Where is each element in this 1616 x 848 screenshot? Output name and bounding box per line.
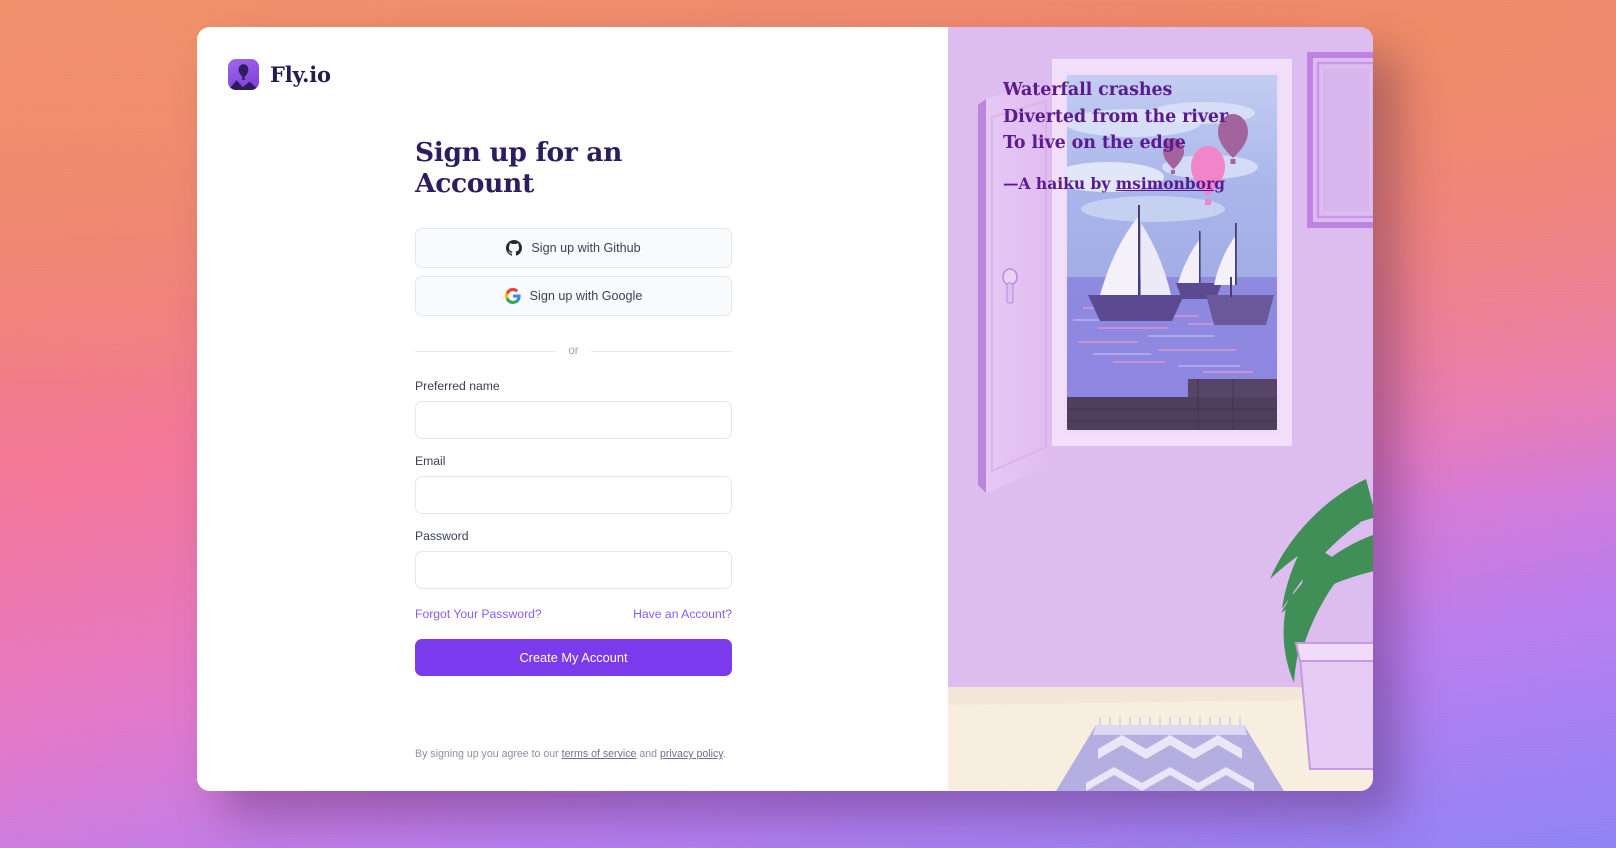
haiku-credit: —A haiku by msimonborg (1003, 174, 1228, 193)
haiku-author-link[interactable]: msimonborg (1116, 174, 1225, 193)
illustration-pane: Waterfall crashes Diverted from the rive… (948, 27, 1373, 791)
form-links-row: Forgot Your Password? Have an Account? (415, 607, 732, 621)
brand-logo[interactable]: Fly.io (228, 59, 331, 90)
or-divider: or (415, 345, 733, 357)
legal-notice: By signing up you agree to our terms of … (415, 747, 755, 762)
forgot-password-link[interactable]: Forgot Your Password? (415, 607, 542, 621)
preferred-name-field-group: Preferred name (415, 379, 732, 439)
email-input[interactable] (415, 476, 732, 514)
google-icon (504, 288, 521, 304)
haiku-line-2: Diverted from the river (1003, 106, 1229, 127)
signup-with-google-label: Sign up with Google (529, 289, 643, 303)
signup-form-pane: Fly.io Sign up for an Account Sign up wi… (197, 27, 948, 791)
haiku-line-3: To live on the edge (1003, 133, 1186, 154)
terms-of-service-link[interactable]: terms of service (562, 748, 637, 760)
divider-line-left (415, 350, 557, 352)
privacy-policy-link[interactable]: privacy policy (660, 748, 723, 760)
create-my-account-button[interactable]: Create My Account (415, 639, 732, 676)
signup-with-github-button[interactable]: Sign up with Github (415, 228, 732, 268)
signup-form: Sign up for an Account Sign up with Gith… (415, 137, 733, 676)
preferred-name-label: Preferred name (415, 379, 500, 393)
legal-prefix: By signing up you agree to our (415, 748, 562, 760)
haiku-block: Waterfall crashes Diverted from the rive… (1003, 77, 1228, 193)
haiku-credit-prefix: —A haiku by (1003, 173, 1116, 193)
legal-middle: and (636, 748, 660, 760)
signup-with-github-label: Sign up with Github (531, 241, 641, 255)
github-icon (506, 240, 523, 256)
email-label: Email (415, 454, 446, 468)
password-label: Password (415, 529, 469, 543)
divider-label: or (568, 345, 579, 357)
brand-name: Fly.io (270, 62, 331, 87)
balloon-logo-icon (228, 59, 259, 90)
have-an-account-link[interactable]: Have an Account? (633, 607, 732, 621)
email-field-group: Email (415, 454, 732, 514)
divider-line-right (590, 350, 733, 352)
preferred-name-input[interactable] (415, 401, 732, 439)
page-title: Sign up for an Account (415, 137, 623, 199)
password-input[interactable] (415, 551, 732, 589)
signup-with-google-button[interactable]: Sign up with Google (415, 276, 732, 316)
legal-suffix: . (722, 748, 726, 760)
haiku-line-1: Waterfall crashes (1003, 80, 1173, 100)
password-field-group: Password (415, 529, 732, 589)
signup-card: Fly.io Sign up for an Account Sign up wi… (197, 27, 1373, 791)
